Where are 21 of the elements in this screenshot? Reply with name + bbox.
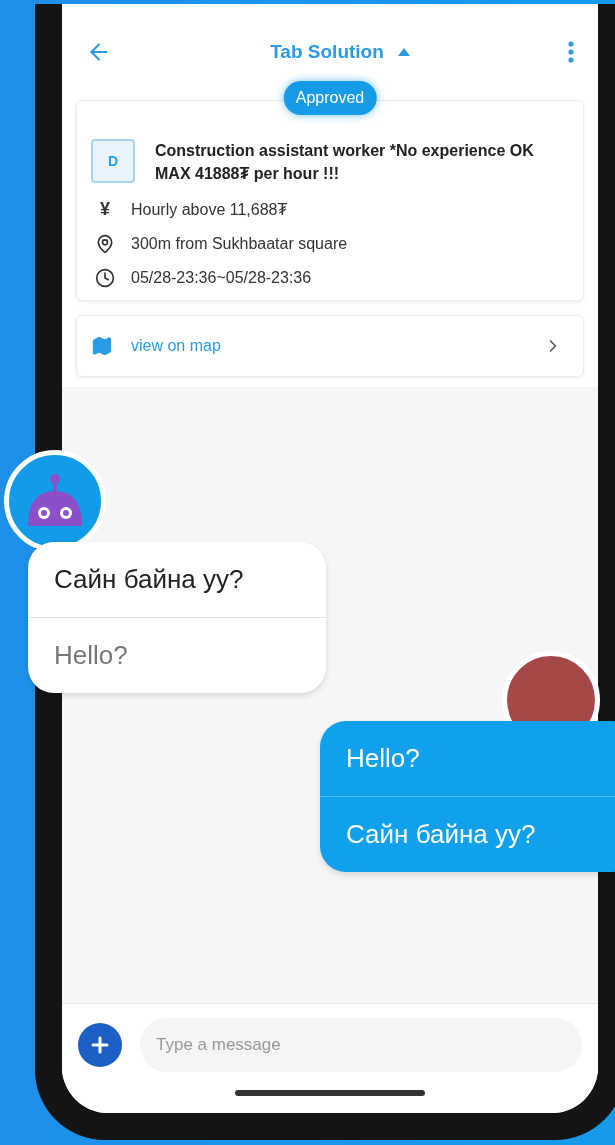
yen-icon: ¥ [95, 199, 115, 221]
job-detail: 05/28-23:36~05/28-23:36 [131, 269, 312, 288]
company-logo: D [91, 139, 135, 183]
clock-icon [95, 268, 115, 289]
job-title: Construction assistant worker *No experience OK MAX 41888₮ per hour !!! [155, 141, 535, 185]
kebab-menu-icon [568, 41, 574, 63]
location-pin-icon [95, 234, 115, 255]
job-detail: 300m from Sukhbaatar square [131, 235, 348, 254]
message-text: Hello? [28, 617, 326, 694]
job-detail: Hourly above 11,688₮ [131, 200, 288, 219]
map-icon [91, 335, 113, 358]
view-on-map-link[interactable]: view on map [76, 315, 584, 378]
more-button[interactable] [568, 41, 574, 63]
caret-icon [397, 48, 410, 56]
message-input[interactable]: Type a message [140, 1018, 582, 1072]
title-dropdown[interactable]: Tab Solution [270, 41, 410, 63]
message-text: Сайн байна уу? [320, 796, 615, 873]
message-text: Hello? [345, 742, 421, 776]
message-text: Сайн байна уу? [53, 563, 245, 597]
status-badge: Approved [283, 81, 377, 115]
add-button[interactable] [78, 1023, 122, 1067]
